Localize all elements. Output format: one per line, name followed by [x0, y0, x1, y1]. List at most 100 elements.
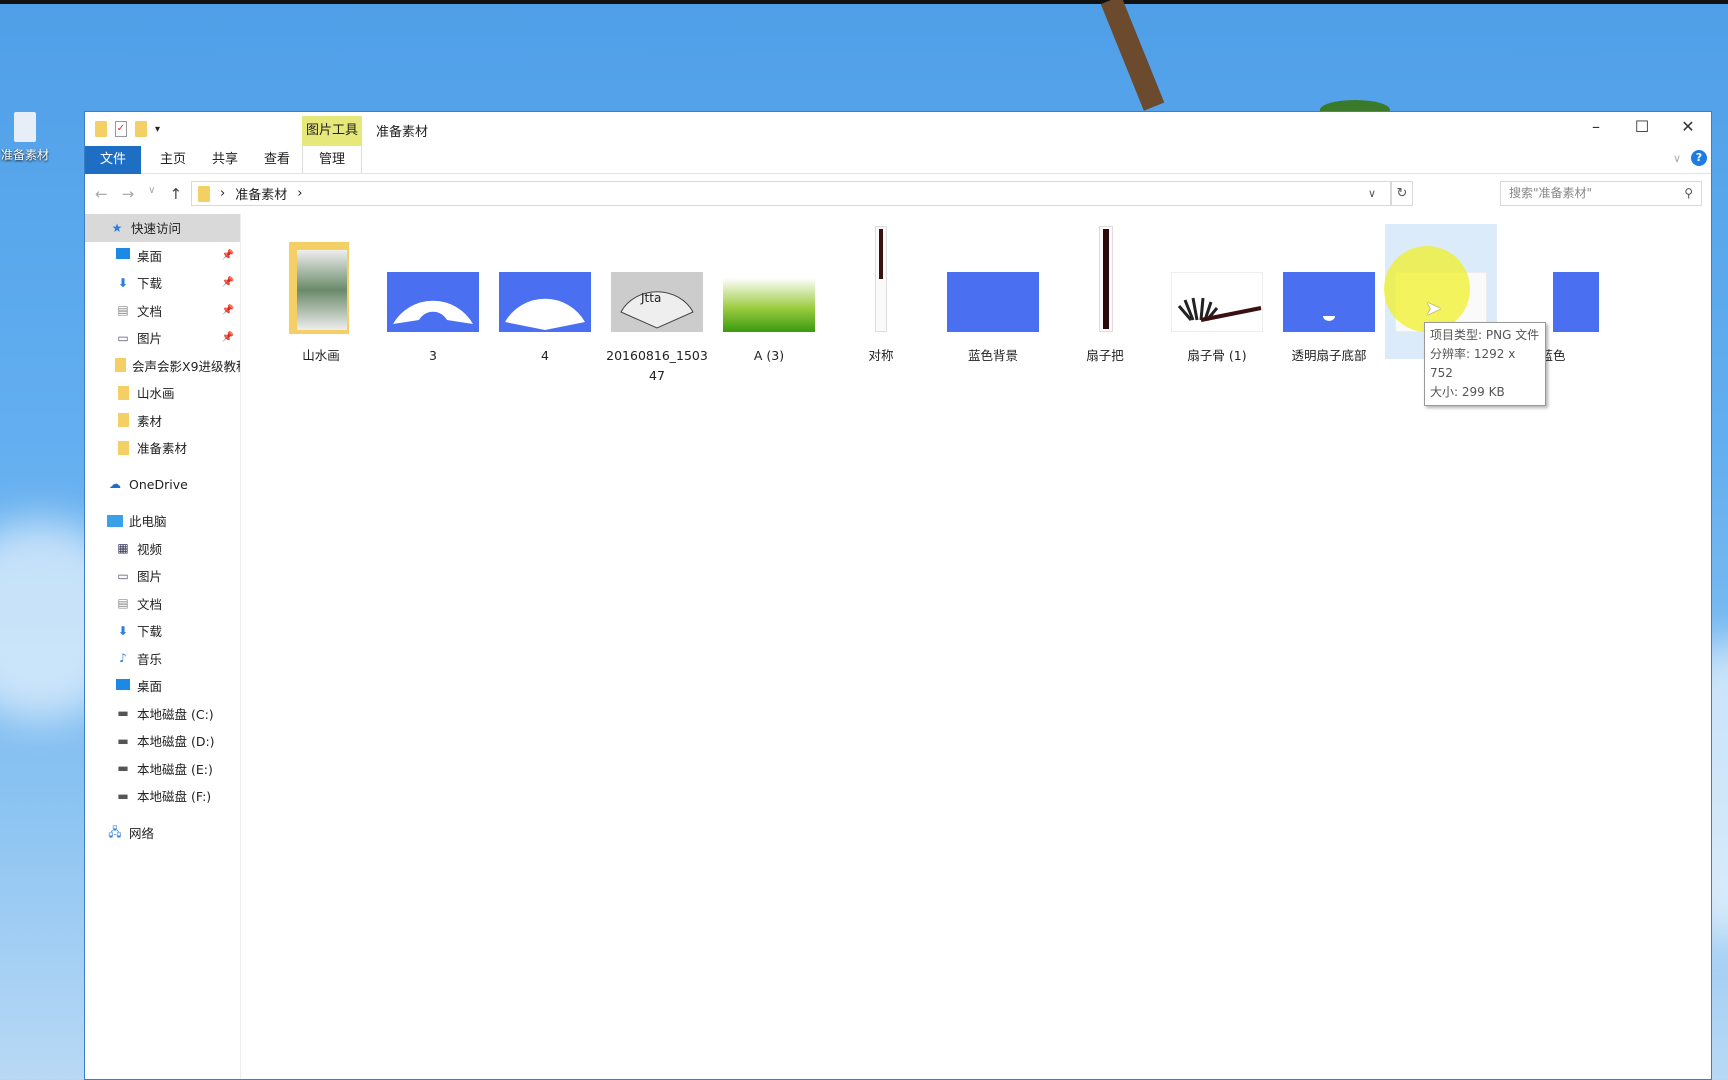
sidebar-item[interactable]: ▤ 文档	[85, 590, 240, 618]
desktop-icon	[115, 678, 131, 693]
sidebar-item-label: 桌面	[137, 248, 163, 264]
video-icon: ▦	[117, 541, 129, 556]
file-item[interactable]: 对称	[825, 224, 937, 363]
chevron-right-icon[interactable]: ›	[297, 186, 302, 201]
thumbnail-image	[1170, 271, 1264, 333]
navigation-pane: ★ 快速访问 桌面 📌 ⬇ 下载 📌 ▤ 文档 📌 ▭ 图片 📌 会声会影X9进级教程 山水画 素材 准备素…	[85, 214, 241, 1079]
sidebar-item[interactable]: ▬ 本地磁盘 (F:)	[85, 782, 240, 810]
sidebar-item[interactable]: ▬ 本地磁盘 (E:)	[85, 755, 240, 783]
file-item[interactable]: 蓝色背景	[937, 224, 1049, 363]
sidebar-item[interactable]: ▬ 本地磁盘 (D:)	[85, 727, 240, 755]
close-button[interactable]: ✕	[1665, 112, 1711, 142]
sidebar-item[interactable]: ▬ 本地磁盘 (C:)	[85, 700, 240, 728]
pin-icon[interactable]: 📌	[222, 305, 234, 316]
thumbnail-image	[1283, 272, 1375, 332]
new-folder-icon[interactable]	[135, 121, 147, 137]
sidebar-item-label: 本地磁盘 (E:)	[137, 761, 213, 777]
document-icon: ▤	[117, 596, 129, 611]
sidebar-item[interactable]: ⬇ 下载 📌	[85, 269, 240, 297]
sidebar-item-label: 此电脑	[129, 514, 167, 530]
tab-manage[interactable]: 管理	[302, 146, 362, 174]
pin-icon[interactable]: 📌	[222, 277, 234, 288]
file-item[interactable]: 4	[489, 224, 601, 363]
sidebar-item[interactable]: ▭ 图片	[85, 562, 240, 590]
sidebar-item[interactable]: ⬇ 下载	[85, 617, 240, 645]
breadcrumb-item[interactable]: 准备素材	[235, 184, 287, 203]
drive-icon: ▬	[117, 761, 129, 776]
up-button[interactable]: ↑	[169, 185, 182, 203]
star-icon: ★	[111, 220, 123, 235]
computer-icon	[107, 514, 123, 527]
sidebar-item[interactable]: 准备素材	[85, 434, 240, 462]
back-button[interactable]: ←	[95, 185, 108, 203]
file-name: 透明扇子底部	[1291, 348, 1367, 363]
file-item[interactable]: 扇子把	[1049, 224, 1161, 363]
mouse-cursor-icon: ➤	[1425, 296, 1442, 320]
sidebar-item[interactable]: ♪ 音乐	[85, 645, 240, 673]
file-name: 4	[541, 348, 549, 363]
sidebar-item-label: 准备素材	[137, 441, 188, 457]
sidebar-item-network[interactable]: 🖧 网络	[85, 819, 240, 847]
thumbnail-image	[835, 226, 927, 332]
folder-icon[interactable]	[95, 121, 107, 137]
pin-icon[interactable]: 📌	[222, 250, 234, 261]
music-icon: ♪	[119, 651, 127, 666]
sidebar-item[interactable]: ▦ 视频	[85, 535, 240, 563]
window-title: 准备素材	[376, 125, 429, 140]
search-input[interactable]: 搜索"准备素材" ⚲	[1500, 181, 1702, 206]
tab-file[interactable]: 文件	[85, 146, 141, 174]
picture-icon: ▭	[117, 568, 129, 583]
sidebar-item-label: 图片	[137, 569, 163, 585]
sidebar-item[interactable]: 山水画	[85, 379, 240, 407]
sidebar-item[interactable]: 素材	[85, 407, 240, 435]
picture-icon: ▭	[117, 330, 129, 345]
folder-icon	[115, 385, 131, 400]
expand-ribbon-icon[interactable]: ∨	[1673, 152, 1681, 165]
sidebar-item[interactable]: ▤ 文档 📌	[85, 297, 240, 325]
desktop-icon[interactable]: 准备素材	[0, 112, 50, 163]
sidebar-item[interactable]: 桌面 📌	[85, 242, 240, 270]
ribbon-tabs: 文件 主页 共享 查看 管理 ∨ ?	[85, 146, 1711, 174]
tab-share[interactable]: 共享	[199, 146, 251, 174]
sidebar-item-label: 会声会影X9进级教程	[132, 358, 241, 374]
thumbnail-image	[723, 272, 815, 332]
forward-button[interactable]: →	[122, 185, 135, 203]
sidebar-item[interactable]: ▭ 图片 📌	[85, 324, 240, 352]
tab-home[interactable]: 主页	[147, 146, 199, 174]
drive-icon: ▬	[117, 733, 129, 748]
drive-icon: ▬	[117, 706, 129, 721]
address-bar[interactable]: › 准备素材 › ∨	[191, 181, 1391, 206]
sidebar-item-onedrive[interactable]: ☁ OneDrive	[85, 471, 240, 499]
file-name: 对称	[868, 348, 894, 363]
sidebar-item[interactable]: 桌面	[85, 672, 240, 700]
properties-icon[interactable]: ✓	[115, 121, 127, 137]
tab-view[interactable]: 查看	[251, 146, 303, 174]
file-name: A (3)	[753, 348, 785, 363]
sidebar-item-label: 网络	[129, 825, 155, 841]
search-icon: ⚲	[1684, 186, 1693, 200]
file-item[interactable]: 透明扇子底部	[1273, 224, 1385, 363]
sidebar-item-label: 视频	[137, 541, 163, 557]
sidebar-item-this-pc[interactable]: 此电脑	[85, 507, 240, 535]
recent-locations-icon[interactable]: ∨	[148, 185, 155, 203]
help-icon[interactable]: ?	[1691, 150, 1707, 166]
pin-icon[interactable]: 📌	[222, 332, 234, 343]
file-item[interactable]: Jtta 20160816_1503 47	[601, 224, 713, 383]
sidebar-item[interactable]: 会声会影X9进级教程	[85, 352, 240, 380]
quick-access-toolbar: ✓ ▾	[95, 121, 160, 137]
customize-dropdown-icon[interactable]: ▾	[155, 124, 160, 135]
folder-icon	[275, 242, 367, 334]
file-item[interactable]: 3	[377, 224, 489, 363]
file-item[interactable]: 山水画	[265, 224, 377, 363]
sidebar-item-label: 山水画	[137, 386, 175, 402]
chevron-down-icon[interactable]: ∨	[1368, 187, 1390, 200]
minimize-button[interactable]: –	[1573, 112, 1619, 142]
file-tooltip: 项目类型: PNG 文件 分辨率: 1292 x 752 大小: 299 KB	[1424, 322, 1546, 406]
sidebar-item-quick-access[interactable]: ★ 快速访问	[85, 214, 240, 242]
file-item[interactable]: A (3)	[713, 224, 825, 363]
refresh-button[interactable]: ↻	[1391, 181, 1413, 206]
sidebar-item-label: 素材	[137, 413, 163, 429]
maximize-button[interactable]: ☐	[1619, 112, 1665, 142]
file-item[interactable]: 扇子骨 (1)	[1161, 224, 1273, 363]
sidebar-item-label: 本地磁盘 (D:)	[137, 734, 215, 750]
